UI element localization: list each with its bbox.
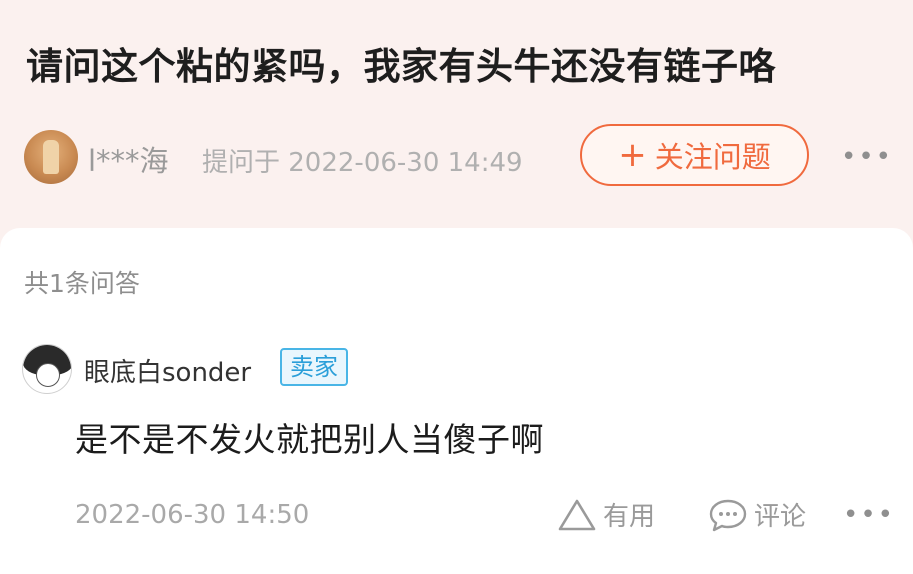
seller-badge: 卖家 <box>280 348 348 386</box>
answers-card: 共1条问答 眼底白sonder 卖家 是不是不发火就把别人当傻子啊 2022-0… <box>0 228 913 574</box>
more-dots-icon[interactable]: ••• <box>843 500 895 530</box>
answerer-name[interactable]: 眼底白sonder <box>84 352 251 389</box>
answer-count: 共1条问答 <box>24 269 140 298</box>
avatar-figure <box>43 140 59 174</box>
follow-question-button[interactable]: + 关注问题 <box>580 124 809 186</box>
answer-text: 是不是不发火就把别人当傻子啊 <box>75 420 544 459</box>
asked-timestamp: 提问于 2022-06-30 14:49 <box>202 148 523 178</box>
question-title: 请问这个粘的紧吗，我家有头牛还没有链子咯 <box>26 45 776 88</box>
answer-timestamp: 2022-06-30 14:50 <box>75 500 310 530</box>
comment-label: 评论 <box>754 502 807 532</box>
question-header: 请问这个粘的紧吗，我家有头牛还没有链子咯 l***海 提问于 2022-06-3… <box>0 0 913 228</box>
more-dots-icon[interactable]: ••• <box>841 142 893 172</box>
plus-icon: + <box>618 135 647 175</box>
useful-button[interactable]: 有用 <box>557 496 655 533</box>
asker-avatar[interactable] <box>24 130 78 184</box>
useful-label: 有用 <box>603 502 656 532</box>
answerer-avatar[interactable] <box>22 344 72 394</box>
asker-row: l***海 提问于 2022-06-30 14:49 + 关注问题 ••• <box>24 124 893 186</box>
asker-name[interactable]: l***海 <box>88 138 169 180</box>
answerer-row: 眼底白sonder 卖家 <box>22 344 893 400</box>
avatar-face <box>36 363 60 387</box>
follow-button-label: 关注问题 <box>654 140 771 174</box>
comment-icon <box>709 499 747 531</box>
comment-button[interactable]: 评论 <box>708 496 806 533</box>
triangle-icon <box>558 499 596 530</box>
